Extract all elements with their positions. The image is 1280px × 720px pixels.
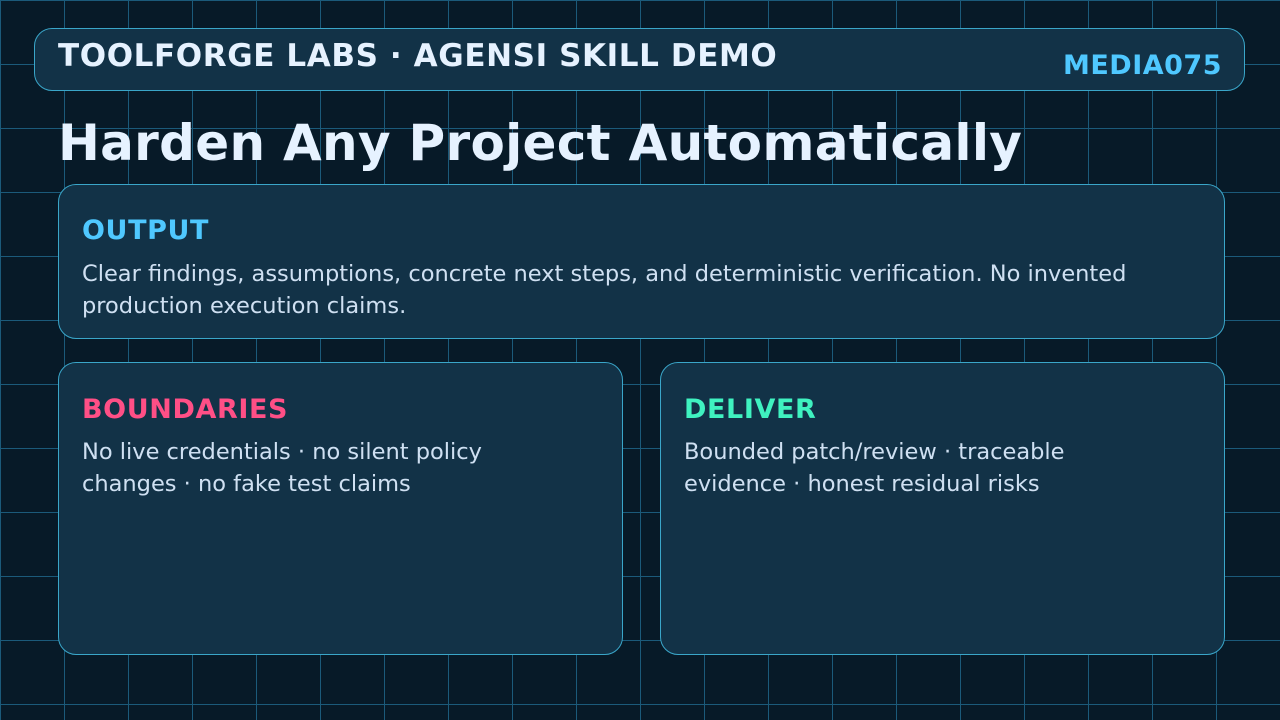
boundaries-heading: BOUNDARIES [82, 394, 289, 425]
output-heading: OUTPUT [82, 215, 210, 246]
output-card: OUTPUT Clear findings, assumptions, conc… [58, 184, 1225, 339]
boundaries-body: No live credentials · no silent policy c… [82, 439, 482, 497]
media-code-badge: MEDIA075 [1062, 50, 1222, 81]
boundaries-card: BOUNDARIES No live credentials · no sile… [58, 362, 623, 655]
output-body: Clear findings, assumptions, concrete ne… [82, 261, 1127, 319]
header-bar: TOOLFORGE LABS · AGENSI SKILL DEMO MEDIA… [34, 28, 1245, 91]
header-title: TOOLFORGE LABS · AGENSI SKILL DEMO [58, 38, 778, 74]
deliver-body: Bounded patch/review · traceable evidenc… [684, 439, 1065, 497]
page-title: Harden Any Project Automatically [58, 114, 1023, 172]
deliver-card: DELIVER Bounded patch/review · traceable… [660, 362, 1225, 655]
deliver-heading: DELIVER [684, 394, 817, 425]
